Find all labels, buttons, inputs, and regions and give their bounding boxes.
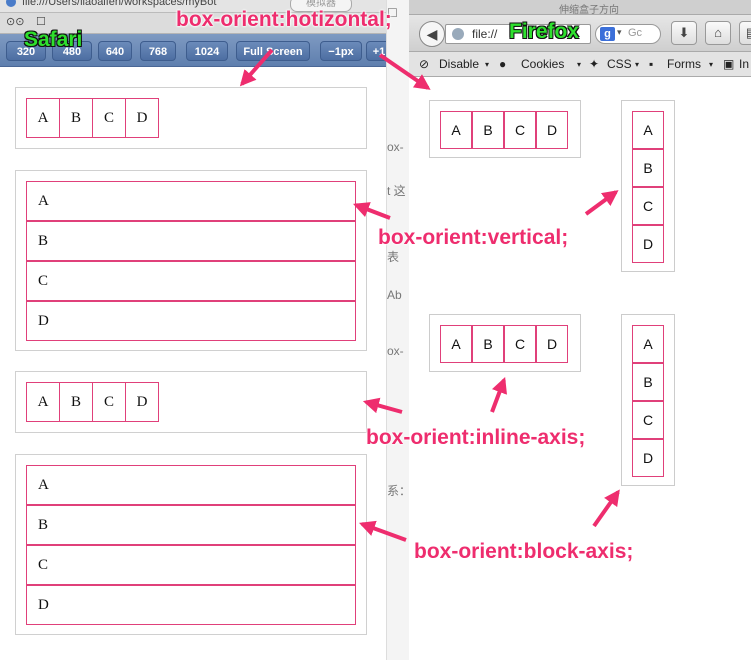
arrow-to-safari-vertical bbox=[353, 202, 391, 220]
safari-brand-label: Safari bbox=[24, 28, 83, 51]
annotation-arrows bbox=[239, 48, 620, 542]
arrow-to-safari-horizontal bbox=[239, 48, 274, 87]
arrow-to-firefox-block-axis bbox=[592, 489, 620, 528]
arrow-to-firefox-vertical bbox=[584, 190, 619, 216]
firefox-brand-label: Firefox bbox=[509, 20, 580, 43]
annotation-vertical: box-orient:vertical; bbox=[378, 226, 569, 249]
arrow-to-firefox-horizontal bbox=[378, 53, 431, 90]
annotation-horizontal: box-orient:hotizontal; bbox=[176, 8, 392, 31]
arrow-to-safari-block-axis bbox=[358, 520, 407, 542]
annotation-block-axis: box-orient:block-axis; bbox=[414, 540, 634, 563]
arrow-to-firefox-inline-axis bbox=[490, 377, 507, 413]
arrow-to-safari-inline-axis bbox=[362, 397, 403, 414]
annotation-inline-axis: box-orient:inline-axis; bbox=[366, 426, 586, 449]
